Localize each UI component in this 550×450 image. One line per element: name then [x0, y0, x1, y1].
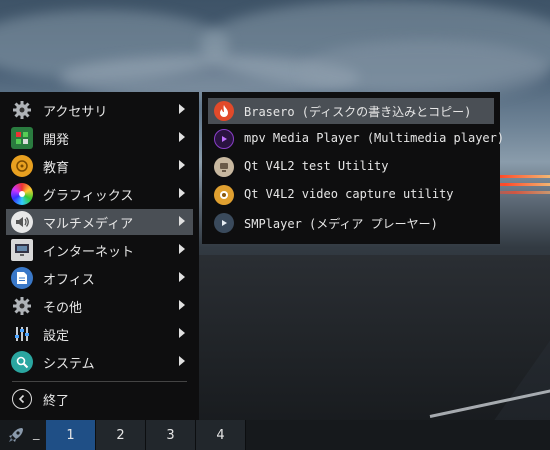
desktop-switch-3[interactable]: 3: [146, 420, 196, 450]
show-desktop-button[interactable]: _: [33, 426, 40, 441]
submenu-item-smplayer[interactable]: SMPlayer (メディア プレーヤー): [208, 210, 494, 236]
submenu-item-label: mpv Media Player (Multimedia player): [244, 131, 505, 145]
menu-item-label: インターネット: [43, 245, 135, 260]
submenu-arrow-icon: [179, 356, 185, 366]
gear-icon: [11, 295, 33, 317]
menu-item-label: 開発: [43, 133, 70, 148]
qv4l2-icon: [214, 157, 234, 177]
menu-item-label: グラフィックス: [43, 189, 134, 204]
submenu-item-qvidcap[interactable]: Qt V4L2 video capture utility: [208, 182, 494, 208]
submenu-item-label: Qt V4L2 test Utility: [244, 159, 389, 173]
smplayer-icon: [214, 213, 234, 233]
menu-item-label: 終了: [43, 394, 70, 409]
brasero-icon: [214, 101, 234, 121]
submenu-arrow-icon: [179, 188, 185, 198]
desktop-switch-4[interactable]: 4: [196, 420, 246, 450]
menu-item-system[interactable]: システム: [6, 349, 193, 375]
submenu-item-qv4l2-test[interactable]: Qt V4L2 test Utility: [208, 154, 494, 180]
submenu-arrow-icon: [179, 300, 185, 310]
menu-item-label: アクセサリ: [43, 105, 108, 120]
menu-item-development[interactable]: 開発: [6, 125, 193, 151]
menu-item-multimedia[interactable]: マルチメディア: [6, 209, 193, 235]
menu-item-education[interactable]: 教育: [6, 153, 193, 179]
exit-icon: [12, 389, 32, 409]
desktop-switch-2[interactable]: 2: [96, 420, 146, 450]
multimedia-icon: [11, 211, 33, 233]
mpv-icon: [214, 129, 234, 149]
menu-item-graphics[interactable]: グラフィックス: [6, 181, 193, 207]
graphics-icon: [11, 183, 33, 205]
gear-icon: [11, 99, 33, 121]
settings-icon: [11, 323, 33, 345]
internet-icon: [11, 239, 33, 261]
menu-item-other[interactable]: その他: [6, 293, 193, 319]
menu-item-settings[interactable]: 設定: [6, 321, 193, 347]
taskbar: _ 1 2 3 4: [0, 420, 550, 450]
submenu-arrow-icon: [179, 272, 185, 282]
submenu-item-brasero[interactable]: Brasero (ディスクの書き込みとコピー): [208, 98, 494, 124]
submenu-arrow-icon: [179, 132, 185, 142]
submenu-arrow-icon: [179, 104, 185, 114]
submenu-arrow-icon: [179, 244, 185, 254]
menu-item-accessories[interactable]: アクセサリ: [6, 97, 193, 123]
development-icon: [11, 127, 33, 149]
menu-item-label: 教育: [43, 161, 70, 176]
menu-item-label: オフィス: [43, 273, 95, 288]
submenu-item-mpv[interactable]: mpv Media Player (Multimedia player): [208, 126, 504, 152]
system-icon: [11, 351, 33, 373]
menu-item-label: マルチメディア: [43, 217, 134, 232]
menu-item-internet[interactable]: インターネット: [6, 237, 193, 263]
submenu-item-label: Brasero (ディスクの書き込みとコピー): [244, 105, 472, 119]
multimedia-submenu: Brasero (ディスクの書き込みとコピー) mpv Media Player…: [202, 92, 504, 244]
submenu-item-label: SMPlayer (メディア プレーヤー): [244, 217, 438, 231]
menu-item-label: 設定: [43, 329, 70, 344]
menu-separator: [12, 381, 187, 382]
rocket-icon[interactable]: [4, 423, 28, 447]
submenu-arrow-icon: [179, 216, 185, 226]
menu-item-office[interactable]: オフィス: [6, 265, 193, 291]
qvidcap-icon: [214, 185, 234, 205]
menu-item-label: システム: [43, 357, 95, 372]
desktop-switch-1[interactable]: 1: [46, 420, 96, 450]
submenu-item-label: Qt V4L2 video capture utility: [244, 187, 454, 201]
education-icon: [11, 155, 33, 177]
application-menu: アクセサリ 開発 教育 グラフィックス マルチメディア インターネット オフィス…: [0, 92, 199, 420]
menu-item-exit[interactable]: 終了: [6, 386, 193, 412]
office-icon: [11, 267, 33, 289]
submenu-arrow-icon: [179, 328, 185, 338]
menu-item-label: その他: [43, 301, 83, 316]
submenu-arrow-icon: [179, 160, 185, 170]
